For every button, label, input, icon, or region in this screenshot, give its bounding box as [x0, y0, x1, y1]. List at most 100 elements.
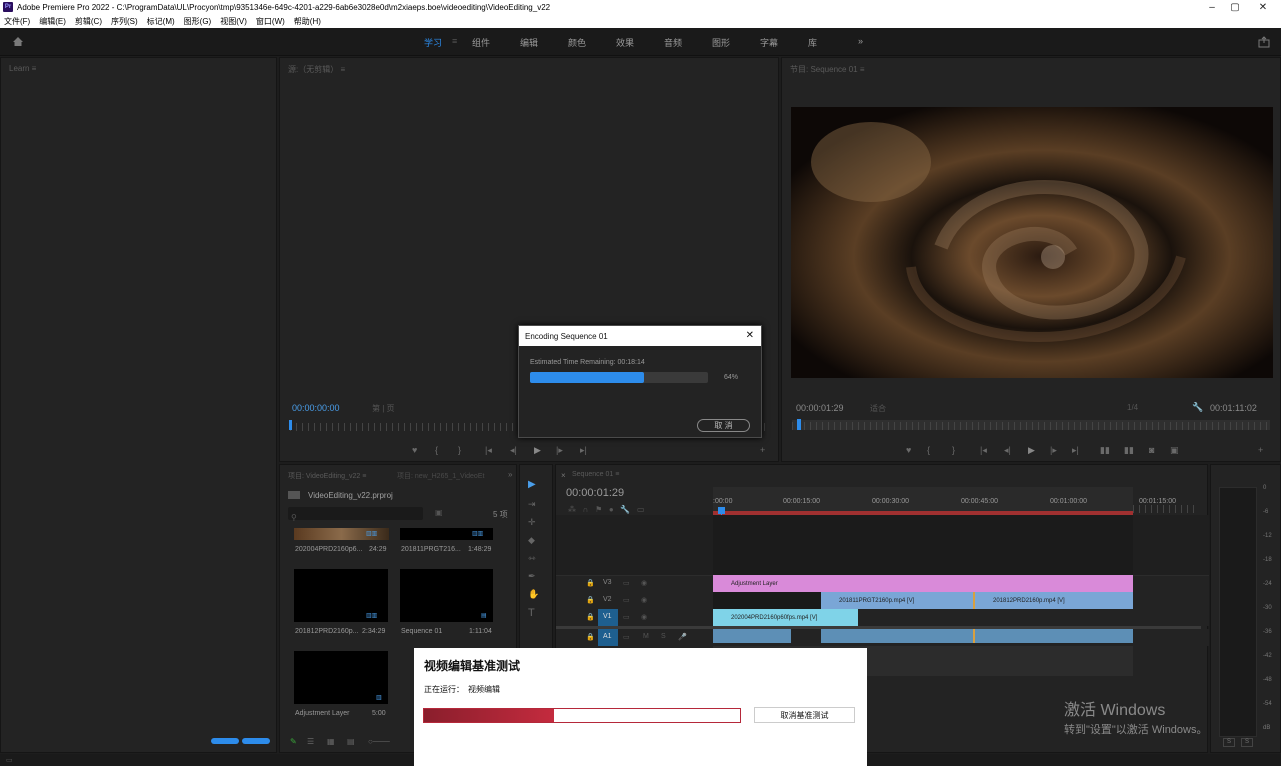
step-forward-icon[interactable]: |▸ [1050, 445, 1057, 456]
track-label-a1[interactable]: A1 [603, 633, 612, 640]
lock-icon[interactable]: 🔒 [586, 633, 595, 641]
audio-clip[interactable] [973, 629, 1133, 643]
menu-view[interactable]: 视图(V) [220, 16, 247, 27]
timeline-timecode[interactable]: 00:00:01:29 [566, 487, 624, 499]
marker-icon[interactable]: ♥ [412, 445, 417, 455]
share-icon[interactable] [1258, 36, 1270, 48]
close-icon[interactable]: ✕ [746, 330, 754, 341]
sequence-thumbnail[interactable] [400, 569, 493, 622]
video-clip[interactable]: 201812PRD2160p.mp4 [V] [973, 592, 1133, 609]
project-tab-secondary[interactable]: 项目: new_H265_1_VideoEt [397, 471, 484, 481]
workspace-color[interactable]: 颜色 [568, 36, 586, 49]
menu-help[interactable]: 帮助(H) [294, 16, 321, 27]
step-forward-icon[interactable]: |▸ [556, 445, 563, 456]
audio-clip[interactable] [821, 629, 973, 643]
marker-icon[interactable]: ♥ [906, 445, 911, 455]
video-clip[interactable]: 201811PRGT2160p.mp4 [V] [821, 592, 973, 609]
lock-icon[interactable]: 🔒 [586, 613, 595, 621]
go-to-out-icon[interactable]: ▸| [1072, 445, 1079, 456]
track-label-v3[interactable]: V3 [603, 579, 612, 586]
mark-in-icon[interactable]: { [927, 445, 930, 455]
close-button[interactable]: ✕ [1249, 0, 1277, 14]
program-timecode[interactable]: 00:00:01:29 [796, 403, 844, 413]
project-item-name[interactable]: 201811PRGT216... [401, 546, 461, 553]
sync-icon[interactable]: ▭ [623, 579, 630, 587]
menu-window[interactable]: 窗口(W) [256, 16, 285, 27]
add-button-icon[interactable]: + [760, 445, 765, 455]
clip-thumbnail[interactable] [294, 651, 388, 704]
pen-tool-icon[interactable]: ✒ [528, 571, 536, 582]
workspace-audio[interactable]: 音频 [664, 36, 682, 49]
go-to-in-icon[interactable]: |◂ [980, 445, 987, 456]
step-back-icon[interactable]: ◂| [510, 445, 517, 456]
menu-markers[interactable]: 标记(M) [147, 16, 175, 27]
microphone-icon[interactable]: 🎤 [678, 633, 687, 641]
mute-icon[interactable]: M [643, 633, 649, 640]
play-icon[interactable]: ▶ [1028, 445, 1035, 456]
menu-file[interactable]: 文件(F) [4, 16, 30, 27]
sync-icon[interactable]: ▭ [623, 596, 630, 604]
adjustment-layer-clip[interactable]: Adjustment Layer [713, 575, 1133, 592]
solo-button[interactable]: S [1223, 738, 1235, 747]
workspace-assembly[interactable]: 组件 [472, 36, 490, 49]
track-label-v1[interactable]: V1 [603, 613, 612, 620]
lock-icon[interactable]: 🔒 [586, 579, 595, 587]
workspace-editing[interactable]: 编辑 [520, 36, 538, 49]
project-item-name[interactable]: 202004PRD2160p6... [295, 546, 362, 553]
timeline-tool-icons[interactable]: ⁂ ∩ ⚑ ● 🔧 ▭ [568, 505, 645, 514]
freeform-view-icon[interactable]: ▤ [347, 737, 355, 746]
icon-view-icon[interactable]: ▦ [327, 737, 335, 746]
hand-tool-icon[interactable]: ✋ [528, 589, 539, 600]
go-to-in-icon[interactable]: |◂ [485, 445, 492, 456]
project-tab-active[interactable]: 项目: VideoEditing_v22 ≡ [288, 471, 366, 481]
wrench-icon[interactable]: 🔧 [1192, 402, 1203, 413]
ripple-edit-tool-icon[interactable]: ✛ [528, 517, 536, 528]
timeline-close-icon[interactable]: × [561, 471, 566, 480]
list-view-icon[interactable]: ☰ [307, 737, 314, 746]
eye-icon[interactable]: ◉ [641, 579, 647, 587]
workspace-effects[interactable]: 效果 [616, 36, 634, 49]
source-zoom-select[interactable]: 第 | 页 [372, 403, 395, 414]
razor-tool-icon[interactable]: ◆ [528, 535, 535, 546]
workspace-graphics[interactable]: 图形 [712, 36, 730, 49]
project-item-name[interactable]: Adjustment Layer [295, 710, 349, 717]
slip-tool-icon[interactable]: ⇿ [528, 553, 536, 564]
project-tabs-more[interactable]: » [508, 470, 512, 479]
lift-icon[interactable]: ▮▮ [1100, 445, 1110, 456]
sync-icon[interactable]: ▭ [623, 633, 630, 641]
track-select-tool-icon[interactable]: ⇥ [528, 499, 536, 510]
project-search-input[interactable]: ⚲ [288, 507, 423, 522]
program-quality-select[interactable]: 1/4 [1127, 403, 1138, 412]
maximize-button[interactable]: ▢ [1221, 0, 1249, 14]
eye-icon[interactable]: ◉ [641, 596, 647, 604]
play-icon[interactable]: ▶ [534, 445, 541, 456]
menu-edit[interactable]: 编辑(E) [39, 16, 66, 27]
timeline-tab[interactable]: Sequence 01 ≡ [572, 471, 619, 478]
cancel-benchmark-button[interactable]: 取消基准测试 [754, 707, 855, 723]
camera-icon[interactable]: ◙ [1149, 445, 1154, 455]
mark-out-icon[interactable]: } [458, 445, 461, 455]
comparison-view-icon[interactable]: ▣ [1170, 445, 1179, 456]
eye-icon[interactable]: ◉ [641, 613, 647, 621]
go-to-out-icon[interactable]: ▸| [580, 445, 587, 456]
audio-clip[interactable] [713, 629, 791, 643]
step-back-icon[interactable]: ◂| [1004, 445, 1011, 456]
lock-icon[interactable]: 🔒 [586, 596, 595, 604]
menu-clip[interactable]: 剪辑(C) [75, 16, 102, 27]
encoding-cancel-button[interactable]: 取 消 [697, 419, 750, 432]
project-item-name[interactable]: 201812PRD2160p... [295, 628, 358, 635]
workspace-learn[interactable]: 学习 [424, 36, 442, 49]
source-playhead[interactable] [289, 420, 292, 430]
menu-sequence[interactable]: 序列(S) [111, 16, 138, 27]
track-label-v2[interactable]: V2 [603, 596, 612, 603]
program-fit-select[interactable]: 适合 [870, 403, 886, 414]
learn-pager-dot[interactable] [242, 738, 270, 744]
workspace-libraries[interactable]: 库 [808, 36, 817, 49]
source-monitor-title[interactable]: 源:（无剪辑） ≡ [288, 64, 345, 75]
type-tool-icon[interactable]: T [528, 607, 535, 619]
bin-icon[interactable]: ▣ [435, 508, 443, 517]
video-clip-v1[interactable]: 202004PRD2160p60fps.mp4 [V] [713, 609, 858, 626]
add-button-icon[interactable]: + [1258, 445, 1263, 455]
solo-icon[interactable]: S [661, 633, 666, 640]
workspace-captions[interactable]: 字幕 [760, 36, 778, 49]
